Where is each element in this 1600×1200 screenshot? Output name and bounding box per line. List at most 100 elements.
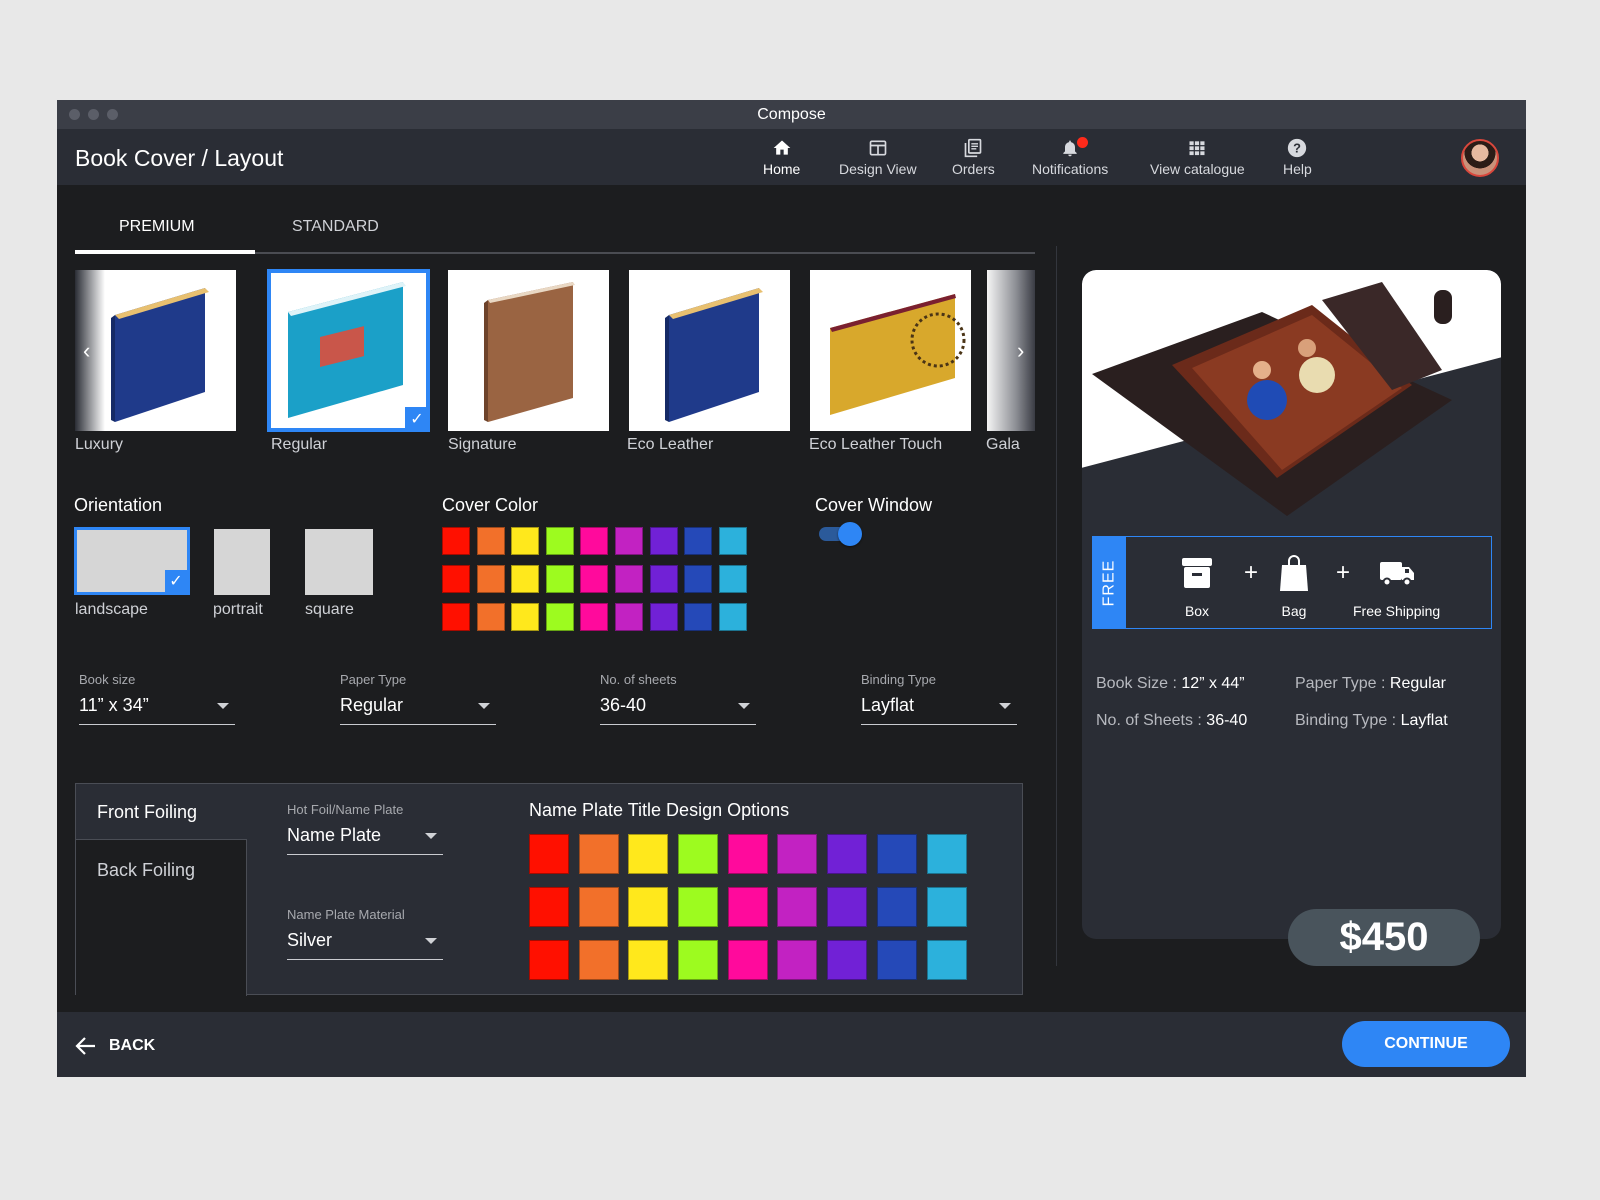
cover-card-luxury[interactable]: ‹ (75, 270, 236, 431)
name-plate-color-swatch[interactable] (727, 834, 768, 874)
cover-color-swatch[interactable] (614, 565, 643, 593)
binding-type-select[interactable]: Binding Type Layflat (861, 672, 1017, 725)
cover-color-swatch[interactable] (545, 527, 574, 555)
cover-color-swatch[interactable] (476, 603, 505, 631)
name-plate-color-swatch[interactable] (628, 834, 669, 874)
cover-card-gala[interactable]: › (987, 270, 1035, 431)
carousel-fade-right (987, 270, 1035, 431)
cover-color-swatch[interactable] (580, 565, 609, 593)
nav-design-view[interactable]: Design View (839, 137, 917, 177)
nav-view-catalogue[interactable]: View catalogue (1150, 137, 1245, 177)
name-plate-color-swatch[interactable] (926, 940, 967, 980)
app-header: Book Cover / Layout Home Design View Ord… (57, 129, 1526, 185)
cover-color-swatch[interactable] (614, 603, 643, 631)
name-plate-color-swatch[interactable] (678, 834, 719, 874)
tab-standard[interactable]: STANDARD (292, 218, 379, 236)
cover-color-swatch[interactable] (511, 603, 540, 631)
name-plate-color-swatch[interactable] (529, 940, 569, 980)
tab-back-foiling[interactable]: Back Foiling (97, 860, 195, 881)
name-plate-color-swatch[interactable] (827, 887, 868, 927)
orientation-square[interactable] (303, 527, 375, 597)
book-size-select[interactable]: Book size 11” x 34” (79, 672, 235, 725)
name-plate-color-swatch[interactable] (727, 940, 768, 980)
cover-color-swatch[interactable] (614, 527, 643, 555)
hot-foil-value[interactable]: Name Plate (287, 825, 443, 855)
name-plate-color-swatch[interactable] (827, 834, 868, 874)
name-plate-color-swatch[interactable] (777, 834, 818, 874)
carousel-prev-icon[interactable]: ‹ (83, 338, 90, 364)
nav-help[interactable]: ? Help (1283, 137, 1312, 177)
name-plate-color-swatch[interactable] (926, 887, 967, 927)
cover-color-swatch[interactable] (649, 603, 678, 631)
name-plate-color-swatch[interactable] (529, 887, 569, 927)
cover-color-swatch[interactable] (580, 527, 609, 555)
chevron-down-icon (425, 938, 437, 944)
nav-notifications[interactable]: Notifications (1032, 137, 1108, 177)
hot-foil-label: Hot Foil/Name Plate (287, 802, 404, 817)
cover-color-swatch[interactable] (684, 603, 713, 631)
cover-color-swatch[interactable] (718, 527, 747, 555)
continue-button[interactable]: CONTINUE (1342, 1021, 1510, 1067)
cover-color-swatch[interactable] (476, 565, 505, 593)
cover-window-toggle[interactable] (819, 522, 863, 546)
cover-card-regular[interactable]: ✓ (267, 269, 430, 432)
name-plate-color-swatch[interactable] (678, 887, 719, 927)
cover-color-swatch[interactable] (442, 565, 470, 593)
name-plate-material-value[interactable]: Silver (287, 930, 443, 960)
chevron-down-icon (478, 703, 490, 709)
name-plate-color-swatch[interactable] (727, 887, 768, 927)
name-plate-color-swatch[interactable] (777, 887, 818, 927)
free-item-shipping: Free Shipping (1353, 553, 1440, 619)
name-plate-color-swatch[interactable] (876, 940, 917, 980)
name-plate-color-swatch[interactable] (628, 940, 669, 980)
sheets-value[interactable]: 36-40 (600, 695, 756, 725)
orientation-portrait[interactable] (212, 527, 272, 597)
orientation-landscape[interactable]: ✓ (74, 527, 190, 595)
cover-color-swatch[interactable] (684, 527, 713, 555)
cover-color-swatch[interactable] (545, 603, 574, 631)
name-plate-color-swatch[interactable] (628, 887, 669, 927)
nav-orders-label: Orders (952, 161, 995, 177)
cover-card-eco-leather[interactable] (629, 270, 790, 431)
cover-color-swatch[interactable] (442, 603, 470, 631)
nav-orders[interactable]: Orders (952, 137, 995, 177)
paper-type-select[interactable]: Paper Type Regular (340, 672, 496, 725)
back-label: BACK (109, 1037, 156, 1054)
carousel-next-icon[interactable]: › (1017, 338, 1024, 364)
sheets-select[interactable]: No. of sheets 36-40 (600, 672, 756, 725)
cover-color-swatch[interactable] (718, 603, 747, 631)
name-plate-material-select[interactable]: Name Plate Material Silver (287, 907, 443, 960)
cover-color-swatch[interactable] (442, 527, 470, 555)
book-size-value[interactable]: 11” x 34” (79, 695, 235, 725)
cover-color-swatch[interactable] (476, 527, 505, 555)
paper-type-value[interactable]: Regular (340, 695, 496, 725)
binding-type-value[interactable]: Layflat (861, 695, 1017, 725)
name-plate-color-swatch[interactable] (876, 834, 917, 874)
name-plate-color-swatch[interactable] (777, 940, 818, 980)
back-button[interactable]: BACK (75, 1036, 155, 1056)
cover-color-swatch[interactable] (511, 527, 540, 555)
cover-color-swatch[interactable] (684, 565, 713, 593)
cover-color-swatch[interactable] (718, 565, 747, 593)
home-icon (772, 137, 792, 159)
name-plate-color-swatch[interactable] (578, 940, 619, 980)
cover-color-swatch[interactable] (511, 565, 540, 593)
name-plate-color-swatch[interactable] (578, 887, 619, 927)
nav-home[interactable]: Home (763, 137, 800, 177)
name-plate-color-swatch[interactable] (529, 834, 569, 874)
name-plate-color-swatch[interactable] (926, 834, 967, 874)
hot-foil-select[interactable]: Hot Foil/Name Plate Name Plate (287, 802, 443, 855)
user-avatar[interactable] (1461, 139, 1499, 177)
name-plate-color-swatch[interactable] (578, 834, 619, 874)
cover-card-eco-leather-touch[interactable] (810, 270, 971, 431)
name-plate-color-swatch[interactable] (827, 940, 868, 980)
cover-color-swatch[interactable] (649, 527, 678, 555)
name-plate-color-swatch[interactable] (678, 940, 719, 980)
name-plate-color-swatch[interactable] (876, 887, 917, 927)
tab-front-foiling[interactable]: Front Foiling (97, 802, 197, 823)
cover-color-swatch[interactable] (649, 565, 678, 593)
cover-card-signature[interactable] (448, 270, 609, 431)
cover-color-swatch[interactable] (580, 603, 609, 631)
tab-premium[interactable]: PREMIUM (119, 218, 195, 236)
cover-color-swatch[interactable] (545, 565, 574, 593)
